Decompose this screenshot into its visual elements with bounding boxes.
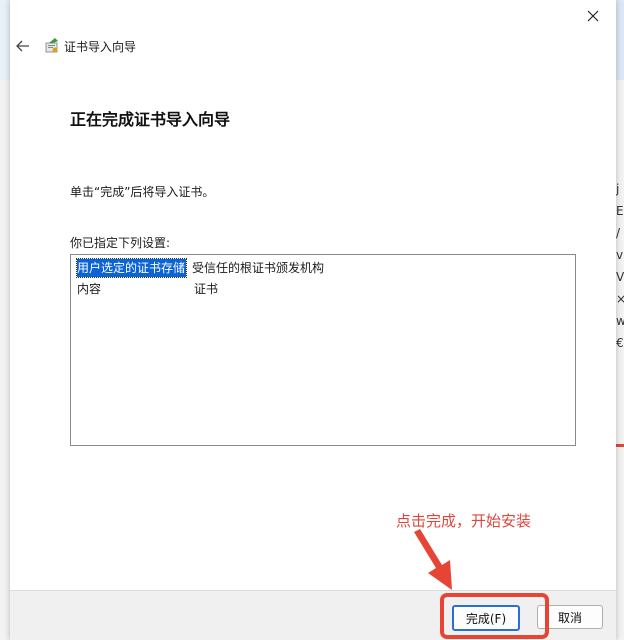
settings-key: 用户选定的证书存储 — [75, 258, 188, 278]
wizard-title: 证书导入向导 — [64, 39, 137, 54]
instruction-text: 单击“完成”后将导入证书。 — [70, 185, 215, 199]
certificate-import-wizard-dialog: 证书导入向导 正在完成证书导入向导 单击“完成”后将导入证书。 你已指定下列设置… — [10, 0, 616, 640]
certificate-wizard-icon — [45, 38, 58, 53]
background-window-text: j E / v V × w € — [616, 182, 624, 350]
close-button[interactable] — [570, 0, 616, 32]
settings-value: 证书 — [194, 282, 219, 296]
page-heading: 正在完成证书导入向导 — [70, 110, 231, 129]
background-window-left — [0, 0, 10, 640]
settings-row[interactable]: 用户选定的证书存储 受信任的根证书颁发机构 — [75, 258, 567, 278]
back-button[interactable] — [12, 35, 34, 57]
background-accent-line — [616, 444, 624, 447]
settings-key: 内容 — [77, 282, 102, 296]
annotation-arrow-icon — [414, 529, 452, 590]
annotation-highlight-box — [440, 593, 549, 639]
wizard-titlebar: 证书导入向导 — [10, 32, 616, 60]
settings-row[interactable]: 内容 证书 — [77, 280, 567, 298]
arrow-left-icon — [16, 40, 29, 52]
settings-label: 你已指定下列设置: — [70, 236, 171, 250]
settings-list[interactable]: 用户选定的证书存储 受信任的根证书颁发机构 内容 证书 — [70, 254, 576, 446]
settings-value: 受信任的根证书颁发机构 — [192, 261, 325, 275]
close-icon — [587, 10, 599, 22]
